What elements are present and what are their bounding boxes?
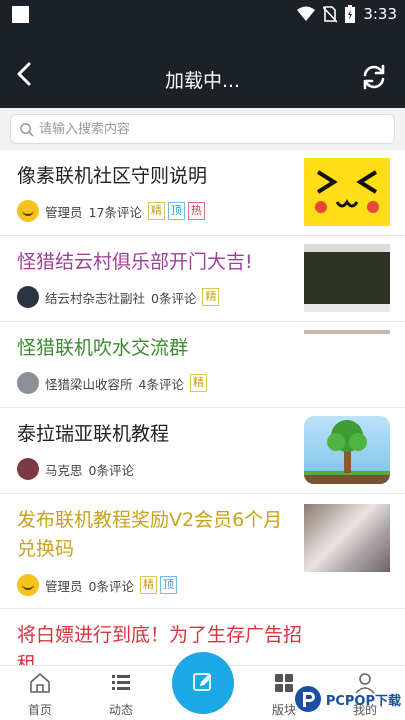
post-author[interactable]: 管理员 bbox=[45, 202, 83, 221]
post-thumbnail[interactable] bbox=[304, 416, 390, 484]
list-item[interactable]: 怪猎结云村俱乐部开门大吉! 结云村杂志社副社 0条评论 精 bbox=[0, 236, 405, 322]
search-bar-container bbox=[0, 108, 405, 150]
list-icon bbox=[112, 675, 130, 690]
tag-pinned: 顶 bbox=[167, 202, 185, 220]
wifi-icon bbox=[297, 6, 316, 21]
search-box[interactable] bbox=[10, 114, 395, 144]
post-meta: 马克思 0条评论 bbox=[17, 458, 140, 480]
comment-count: 0条评论 bbox=[88, 462, 134, 478]
tab-moments-label: 动态 bbox=[108, 703, 133, 717]
status-bar: 3:33 bbox=[0, 0, 405, 30]
tag-featured: 精 bbox=[139, 576, 157, 594]
home-icon bbox=[30, 672, 50, 693]
post-title[interactable]: 怪猎联机吹水交流群 bbox=[17, 334, 297, 363]
comment-count: 4条评论 bbox=[138, 376, 184, 392]
app-bar: 加载中... bbox=[0, 30, 405, 108]
post-meta: 结云村杂志社副社 0条评论 精 bbox=[17, 286, 222, 308]
post-thumbnail[interactable] bbox=[304, 330, 390, 398]
compose-button[interactable] bbox=[172, 652, 234, 714]
tab-moments[interactable]: 动态 bbox=[91, 670, 151, 718]
post-meta: 管理员 17条评论 精 顶 热 bbox=[17, 200, 208, 222]
page-title: 加载中... bbox=[164, 70, 241, 92]
tag-pinned: 顶 bbox=[159, 576, 177, 594]
tag-featured: 精 bbox=[147, 202, 165, 220]
pcpop-logo-icon bbox=[294, 686, 321, 712]
post-meta: 管理员 0条评论 精 顶 bbox=[17, 574, 180, 596]
tab-home-label: 首页 bbox=[27, 703, 52, 717]
terraria-tree-icon bbox=[304, 420, 390, 484]
post-thumbnail[interactable] bbox=[304, 158, 390, 226]
post-title[interactable]: 发布联机教程奖励V2会员6个月兑换码 bbox=[17, 506, 297, 564]
watermark: PCPOP下载 bbox=[294, 684, 401, 714]
grid-icon bbox=[275, 674, 293, 692]
post-author[interactable]: 马克思 bbox=[45, 460, 83, 479]
post-title[interactable]: 怪猎结云村俱乐部开门大吉! bbox=[17, 248, 297, 277]
tab-home[interactable]: 首页 bbox=[10, 670, 70, 718]
post-title[interactable]: 泰拉瑞亚联机教程 bbox=[17, 420, 297, 449]
list-item[interactable]: 像素联机社区守则说明 管理员 17条评论 精 顶 热 bbox=[0, 150, 405, 236]
pikachu-face-icon bbox=[315, 170, 379, 213]
comment-count: 0条评论 bbox=[151, 290, 197, 306]
tag-featured: 精 bbox=[189, 374, 207, 392]
battery-icon bbox=[345, 5, 356, 23]
avatar[interactable] bbox=[17, 574, 39, 596]
list-item[interactable]: 泰拉瑞亚联机教程 马克思 0条评论 bbox=[0, 408, 405, 494]
avatar[interactable] bbox=[17, 372, 39, 394]
avatar[interactable] bbox=[17, 200, 39, 222]
post-meta: 怪猎梁山收容所 4条评论 精 bbox=[17, 372, 210, 394]
notification-icon bbox=[12, 6, 29, 23]
clock: 3:33 bbox=[363, 5, 397, 23]
list-item[interactable]: 怪猎联机吹水交流群 怪猎梁山收容所 4条评论 精 bbox=[0, 322, 405, 408]
post-author[interactable]: 怪猎梁山收容所 bbox=[45, 374, 133, 393]
comment-count: 0条评论 bbox=[88, 578, 134, 594]
avatar[interactable] bbox=[17, 286, 39, 308]
search-icon bbox=[20, 123, 34, 137]
refresh-icon[interactable] bbox=[359, 62, 389, 92]
post-list: 像素联机社区守则说明 管理员 17条评论 精 顶 热 怪猎结云村俱乐部开门大吉!… bbox=[0, 150, 405, 675]
tag-featured: 精 bbox=[202, 288, 220, 306]
list-item[interactable]: 发布联机教程奖励V2会员6个月兑换码 管理员 0条评论 精 顶 bbox=[0, 494, 405, 609]
edit-icon bbox=[193, 673, 211, 691]
search-input[interactable] bbox=[39, 118, 379, 140]
watermark-text: PCPOP下载 bbox=[325, 693, 401, 709]
post-author[interactable]: 管理员 bbox=[45, 576, 83, 595]
comment-count: 17条评论 bbox=[88, 204, 142, 220]
avatar[interactable] bbox=[17, 458, 39, 480]
tag-hot: 热 bbox=[187, 202, 205, 220]
post-thumbnail[interactable] bbox=[304, 244, 390, 312]
post-title[interactable]: 像素联机社区守则说明 bbox=[17, 162, 297, 191]
post-author[interactable]: 结云村杂志社副社 bbox=[45, 288, 145, 307]
post-thumbnail[interactable] bbox=[304, 504, 390, 572]
no-sim-icon bbox=[323, 6, 338, 23]
